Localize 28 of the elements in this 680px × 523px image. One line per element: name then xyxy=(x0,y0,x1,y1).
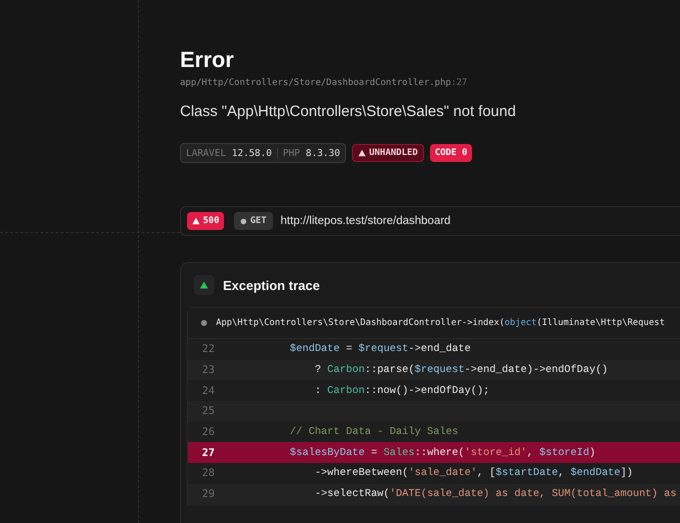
code-line: ->whereBetween('sale_date', [$startDate, $endDate]) xyxy=(314,467,633,480)
line-number: 27 xyxy=(201,446,216,459)
frame-header[interactable]: App\Http\Controllers\Store\DashboardController->index(object(Illuminate\Http\Request xyxy=(188,308,680,339)
unhandled-badge: UNHANDLED xyxy=(352,144,424,162)
line-number: 26 xyxy=(201,426,216,438)
code-line: ->selectRaw('DATE(sale_date) as date, SUM(total_amount) as xyxy=(314,488,676,500)
line-number: 23 xyxy=(201,364,216,376)
line-number: 24 xyxy=(201,384,216,397)
line-number: 22 xyxy=(201,343,216,356)
file-path: app/Http/Controllers/Store/DashboardController.php:27 xyxy=(180,78,468,88)
code-line: ? Carbon::parse($request->end_date)->endOfDay() xyxy=(314,364,608,376)
request-url: http://litepos.test/store/dashboard xyxy=(280,215,451,227)
code-line: $endDate = $request->end_date xyxy=(288,343,471,356)
code-line: // Chart Data - Daily Sales xyxy=(288,426,458,438)
error-title: Error xyxy=(180,46,235,74)
error-message: Class "App\Http\Controllers\Store\Sales" not found xyxy=(180,103,517,120)
code-line: $salesByDate = Sales::where('store_id', $storeId) xyxy=(288,446,596,459)
frame-label: App\Http\Controllers\Store\DashboardController->index(object(Illuminate\Http\Request xyxy=(216,318,665,328)
version-badge: LARAVEL 12.58.0 PHP 8.3.30 xyxy=(180,143,346,163)
dot-icon xyxy=(201,320,207,326)
line-number: 25 xyxy=(201,405,216,418)
code-badge: CODE 0 xyxy=(430,144,472,162)
line-number: 29 xyxy=(201,488,216,500)
line-number: 28 xyxy=(201,467,216,480)
code-line: : Carbon::now()->endOfDay(); xyxy=(314,384,490,397)
status-badge: 500 xyxy=(187,212,224,230)
trace-title: Exception trace xyxy=(223,278,320,292)
method-badge: GET xyxy=(234,212,273,230)
